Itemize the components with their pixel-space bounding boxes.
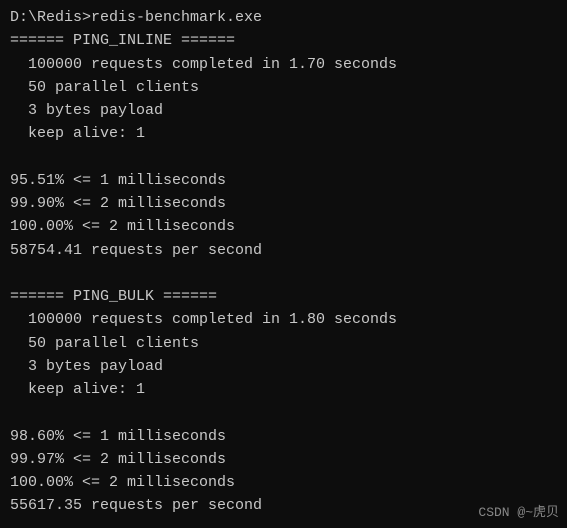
terminal-line: 99.97% <= 2 milliseconds [10, 448, 557, 471]
terminal-line: 55617.35 requests per second [10, 494, 557, 517]
terminal-line: ====== PING_INLINE ====== [10, 29, 557, 52]
terminal-line [10, 262, 557, 285]
terminal-output: D:\Redis>redis-benchmark.exe====== PING_… [10, 6, 557, 528]
terminal-line: 100.00% <= 2 milliseconds [10, 215, 557, 238]
terminal-line: 50 parallel clients [10, 332, 557, 355]
terminal-line: ====== PING_BULK ====== [10, 285, 557, 308]
terminal-line: 50 parallel clients [10, 76, 557, 99]
terminal-line: 100000 requests completed in 1.80 second… [10, 308, 557, 331]
terminal-line: 100000 requests completed in 1.70 second… [10, 53, 557, 76]
terminal-line: 95.51% <= 1 milliseconds [10, 169, 557, 192]
terminal-line: 99.90% <= 2 milliseconds [10, 192, 557, 215]
terminal-line: D:\Redis>redis-benchmark.exe [10, 6, 557, 29]
terminal-line: 98.60% <= 1 milliseconds [10, 425, 557, 448]
terminal-line: 100.00% <= 2 milliseconds [10, 471, 557, 494]
terminal-line: keep alive: 1 [10, 122, 557, 145]
terminal-line: 58754.41 requests per second [10, 239, 557, 262]
terminal-line: 3 bytes payload [10, 99, 557, 122]
watermark-label: CSDN @~虎贝 [478, 501, 559, 520]
terminal-line: 3 bytes payload [10, 355, 557, 378]
terminal-line: keep alive: 1 [10, 378, 557, 401]
terminal-window: D:\Redis>redis-benchmark.exe====== PING_… [0, 0, 567, 528]
terminal-line [10, 518, 557, 528]
terminal-line [10, 146, 557, 169]
terminal-line [10, 401, 557, 424]
